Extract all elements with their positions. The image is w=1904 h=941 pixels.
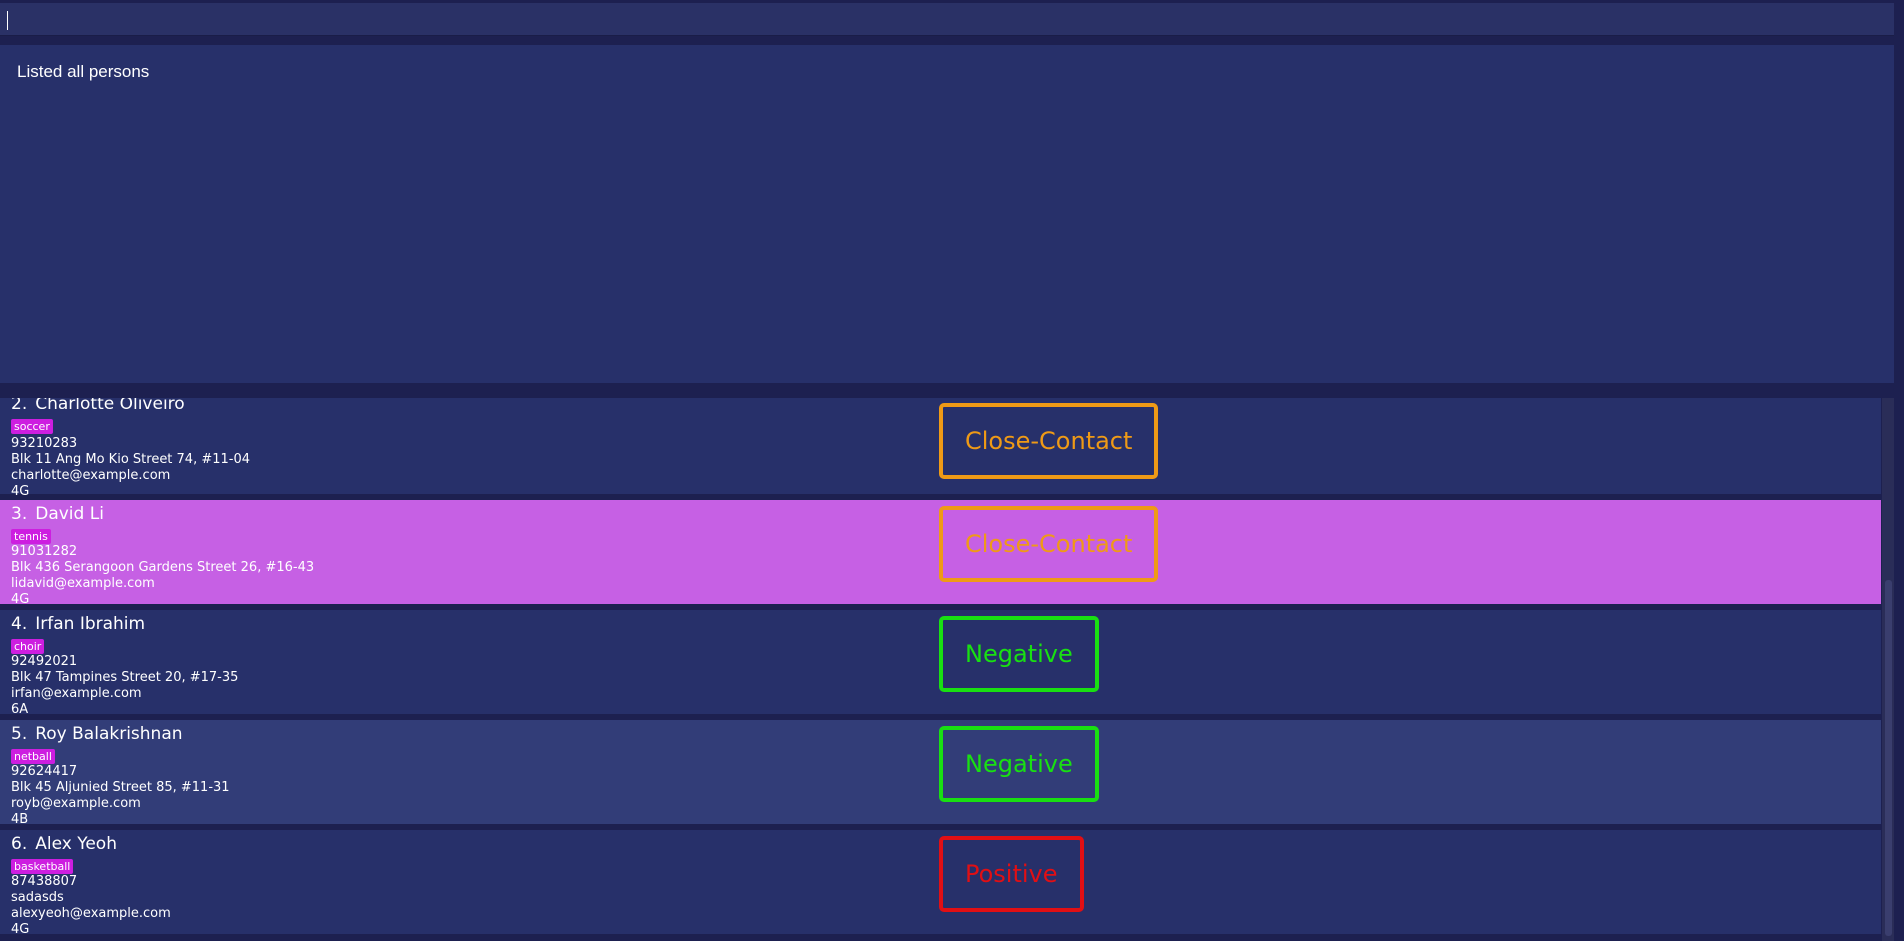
person-group: 4G <box>11 922 30 937</box>
person-name-row: 4. Irfan Ibrahim <box>11 614 145 634</box>
list-scrollbar-thumb[interactable] <box>1885 580 1892 936</box>
person-card[interactable]: 2. Charlotte Oliveiro soccer 93210283 Blk… <box>0 398 1881 499</box>
person-email: irfan@example.com <box>11 686 142 701</box>
person-group: 6A <box>11 702 29 717</box>
person-phone: 92492021 <box>11 654 78 669</box>
status-button-negative[interactable]: Negative <box>939 616 1099 692</box>
person-email: royb@example.com <box>11 796 141 811</box>
text-caret <box>7 11 8 30</box>
result-display: Listed all persons <box>0 45 1894 383</box>
person-name-row: 2. Charlotte Oliveiro <box>11 398 185 414</box>
person-name-row: 5. Roy Balakrishnan <box>11 724 183 744</box>
status-button-close-contact[interactable]: Close-Contact <box>939 506 1159 582</box>
person-card[interactable]: 6. Alex Yeoh basketball 87438807 sadasds … <box>0 830 1881 937</box>
command-box[interactable] <box>0 3 1894 36</box>
person-tag: basketball <box>11 859 74 874</box>
person-name-row: 6. Alex Yeoh <box>11 834 117 854</box>
person-tag: choir <box>11 639 45 654</box>
person-name: David Li <box>35 504 104 524</box>
person-index: 2. <box>11 398 28 414</box>
command-input[interactable] <box>0 3 1894 35</box>
person-index: 6. <box>11 834 28 854</box>
person-address: Blk 436 Serangoon Gardens Street 26, #16… <box>11 560 315 575</box>
person-index: 4. <box>11 614 28 634</box>
person-name: Roy Balakrishnan <box>35 724 183 744</box>
person-card[interactable]: 5. Roy Balakrishnan netball 92624417 Blk … <box>0 720 1881 827</box>
person-name: Irfan Ibrahim <box>35 614 146 634</box>
person-address: Blk 47 Tampines Street 20, #17-35 <box>11 670 239 685</box>
person-index: 3. <box>11 504 28 524</box>
person-address: Blk 11 Ang Mo Kio Street 74, #11-04 <box>11 452 251 467</box>
person-phone: 87438807 <box>11 874 78 889</box>
result-message: Listed all persons <box>17 62 150 81</box>
person-index: 5. <box>11 724 28 744</box>
status-button-negative[interactable]: Negative <box>939 726 1099 802</box>
person-name: Alex Yeoh <box>35 834 117 854</box>
person-phone: 92624417 <box>11 764 78 779</box>
person-card[interactable]: 4. Irfan Ibrahim choir 92492021 Blk 47 Ta… <box>0 610 1881 717</box>
person-email: lidavid@example.com <box>11 576 155 591</box>
person-name: Charlotte Oliveiro <box>35 398 185 414</box>
person-group: 4G <box>11 484 30 499</box>
person-phone: 91031282 <box>11 544 78 559</box>
person-name-row: 3. David Li <box>11 504 104 524</box>
status-button-close-contact[interactable]: Close-Contact <box>939 403 1159 479</box>
person-group: 4G <box>11 592 30 607</box>
person-tag: soccer <box>11 419 53 434</box>
person-address: Blk 45 Aljunied Street 85, #11-31 <box>11 780 230 795</box>
person-group: 4B <box>11 812 29 827</box>
person-email: alexyeoh@example.com <box>11 906 171 921</box>
person-phone: 93210283 <box>11 436 78 451</box>
person-tag: tennis <box>11 529 51 544</box>
person-email: charlotte@example.com <box>11 468 171 483</box>
person-list[interactable]: 2. Charlotte Oliveiro soccer 93210283 Blk… <box>0 398 1894 941</box>
person-address: sadasds <box>11 890 64 905</box>
status-button-positive[interactable]: Positive <box>939 836 1084 912</box>
person-card-selected[interactable]: 3. David Li tennis 91031282 Blk 436 Seran… <box>0 500 1881 607</box>
person-tag: netball <box>11 749 55 764</box>
